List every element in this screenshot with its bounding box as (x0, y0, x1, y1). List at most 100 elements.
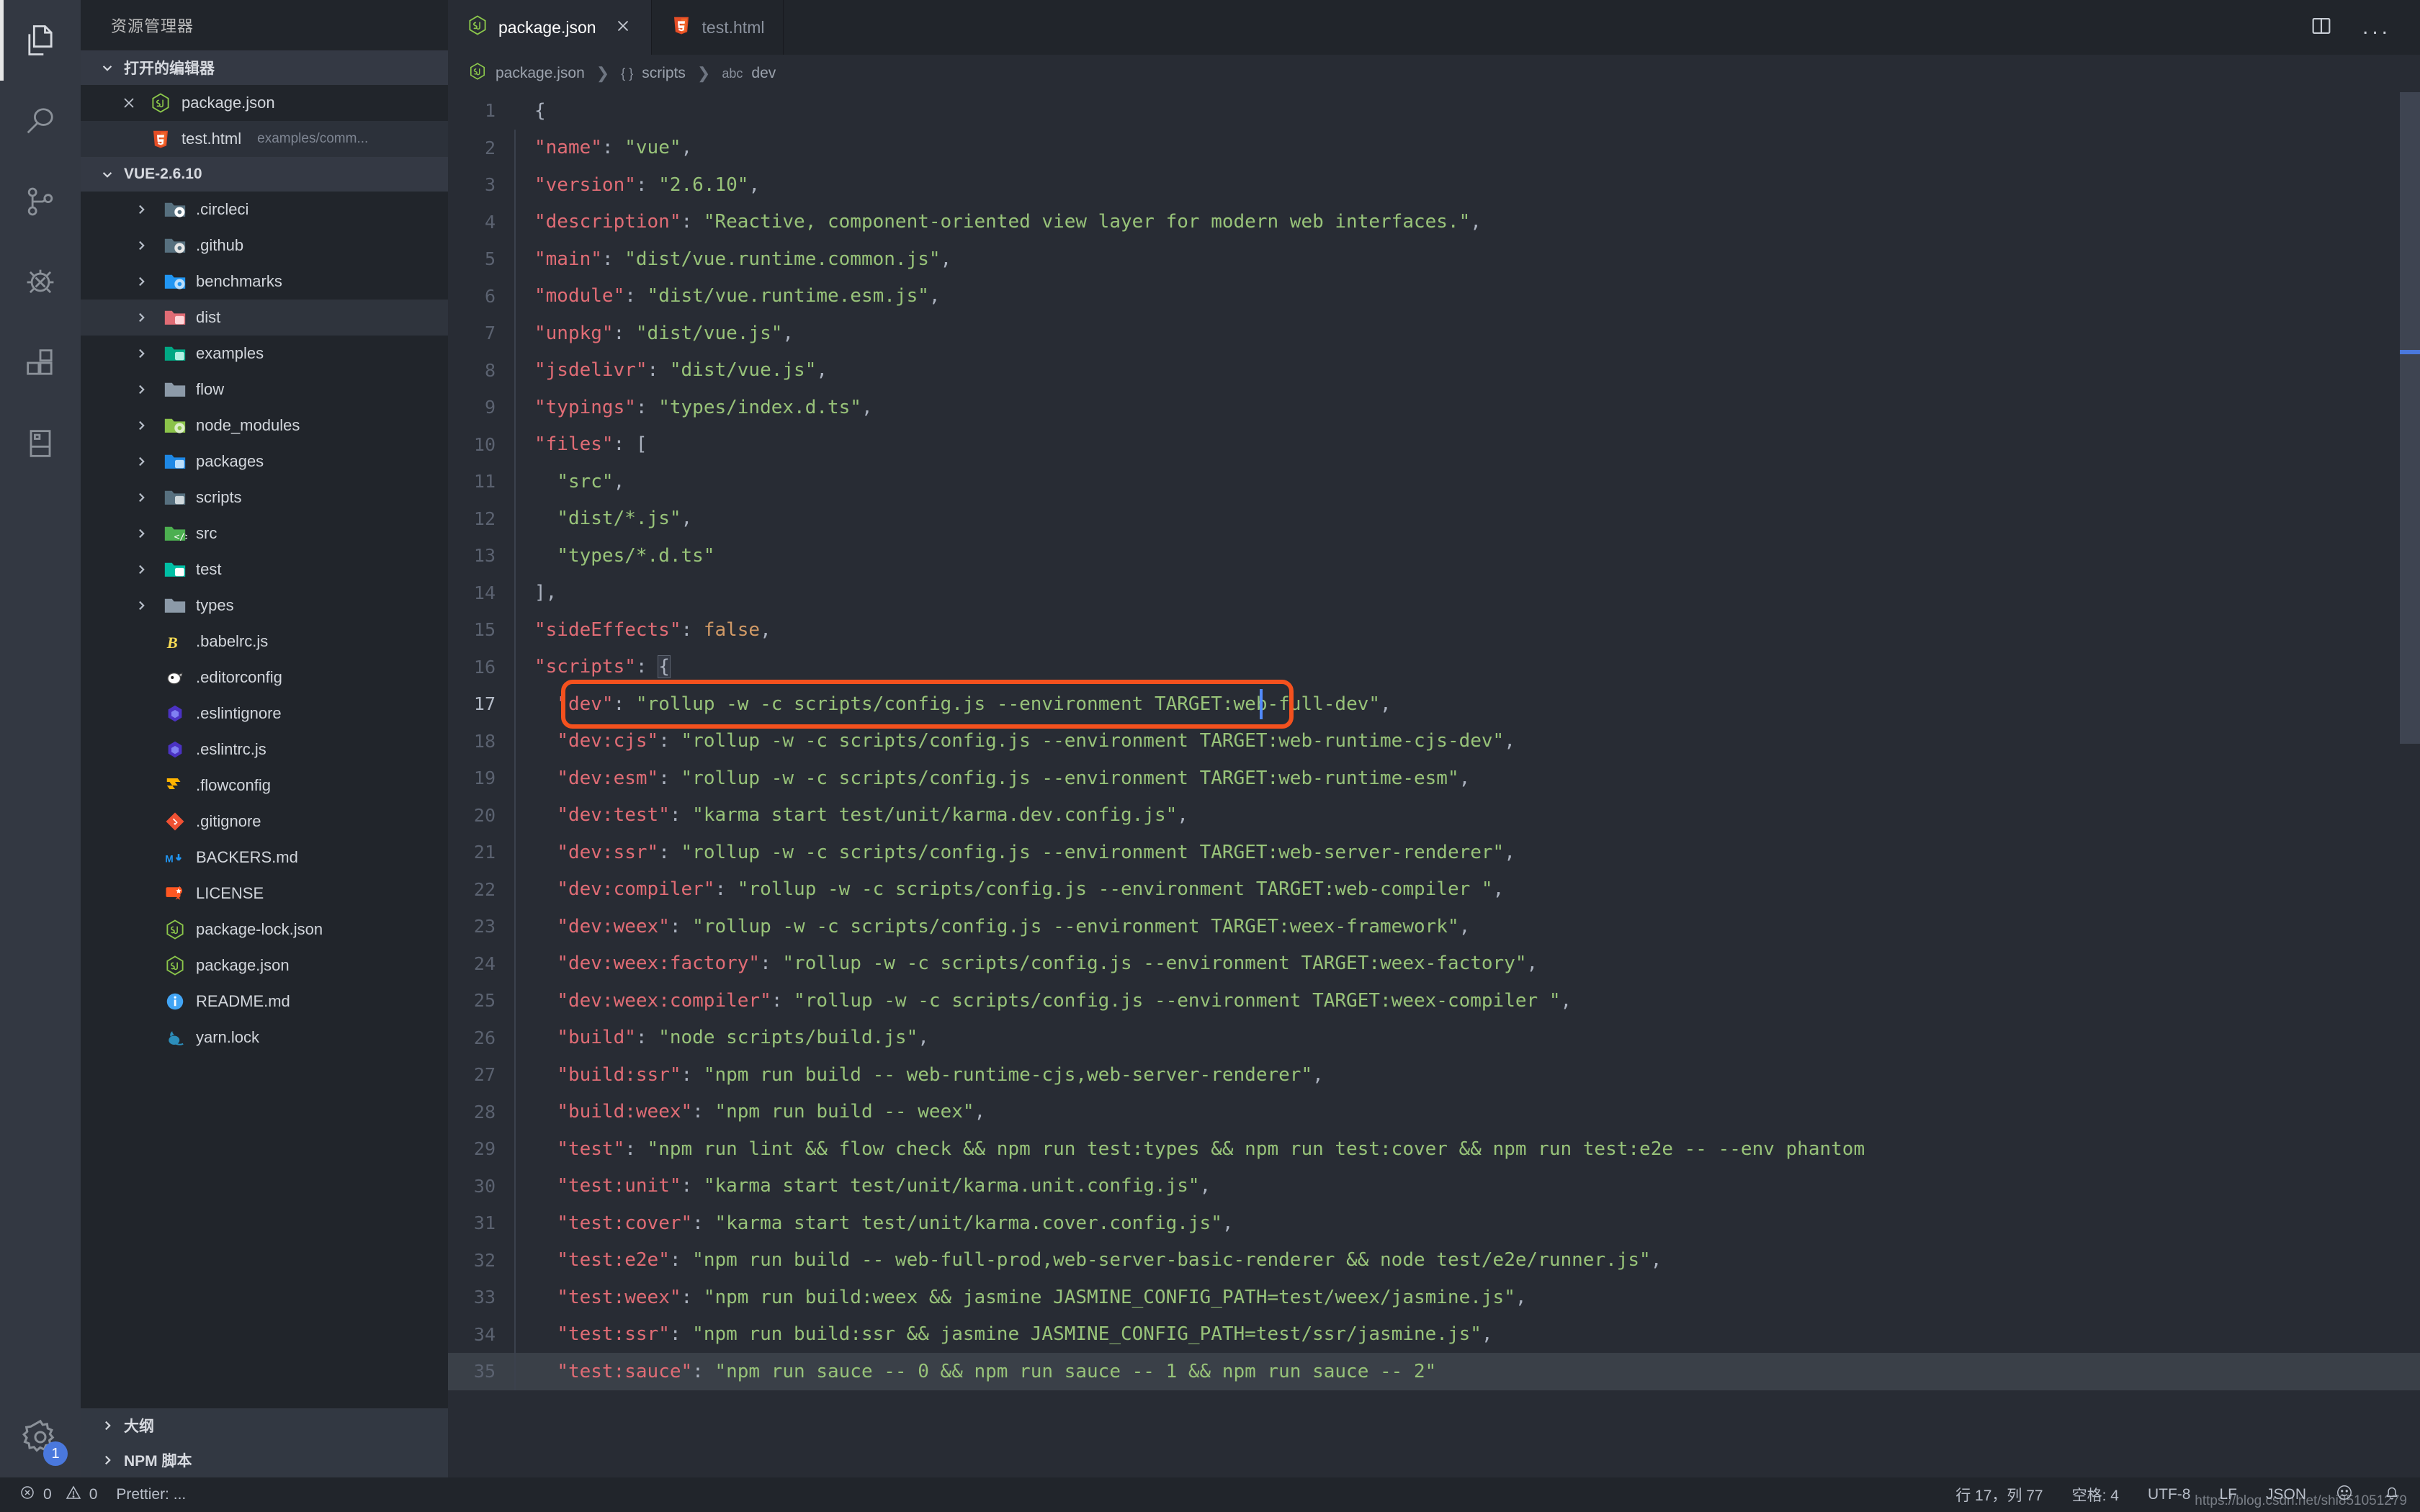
tree-item-dist[interactable]: dist (81, 300, 448, 336)
chevron-right-icon[interactable] (128, 452, 154, 471)
breadcrumb-item-file[interactable]: package.json (496, 65, 585, 82)
activity-item-source-control[interactable] (0, 161, 81, 242)
tree-item-yarn-lock[interactable]: yarn.lock (81, 1020, 448, 1056)
code-line[interactable]: 14], (448, 574, 2420, 611)
code-line[interactable]: 4 "description": "Reactive, component-ori… (448, 203, 2420, 240)
code-line[interactable]: 9 "typings": "types/index.d.ts", (448, 389, 2420, 426)
tree-item-node-modules[interactable]: node_modules (81, 408, 448, 444)
code-line[interactable]: 12 "dist/*.js", (448, 500, 2420, 537)
chevron-right-icon[interactable] (128, 560, 154, 579)
status-eol[interactable]: LF (2219, 1486, 2237, 1503)
split-editor-icon[interactable] (2309, 14, 2334, 42)
tree-item-babelrc-js[interactable]: B .babelrc.js (81, 624, 448, 660)
breadcrumb-item-dev[interactable]: dev (751, 65, 776, 82)
chevron-right-icon[interactable] (128, 596, 154, 615)
code-line[interactable]: 22 "dev:compiler": "rollup -w -c scripts… (448, 870, 2420, 908)
breadcrumb-item-scripts[interactable]: scripts (642, 65, 686, 82)
code-line[interactable]: 10 "files": [ (448, 426, 2420, 463)
status-problems[interactable]: 0 0 (19, 1484, 97, 1506)
code-line[interactable]: 27 "build:ssr": "npm run build -- web-ru… (448, 1056, 2420, 1094)
code-line[interactable]: 25 "dev:weex:compiler": "rollup -w -c sc… (448, 982, 2420, 1020)
activity-item-remote-explorer[interactable] (0, 403, 81, 484)
tab-test-html[interactable]: test.html (651, 0, 784, 55)
close-icon[interactable] (118, 94, 140, 112)
tree-item-scripts[interactable]: scripts (81, 480, 448, 516)
tree-item-editorconfig[interactable]: .editorconfig (81, 660, 448, 696)
code-line[interactable]: 17 "dev": "rollup -w -c scripts/config.j… (448, 685, 2420, 723)
code-line[interactable]: 13 "types/*.d.ts" (448, 537, 2420, 575)
chevron-right-icon[interactable] (128, 272, 154, 291)
code-line[interactable]: 8 "jsdelivr": "dist/vue.js", (448, 351, 2420, 389)
code-line[interactable]: 26 "build": "node scripts/build.js", (448, 1019, 2420, 1056)
chevron-right-icon[interactable] (128, 308, 154, 327)
section-npm-scripts[interactable]: NPM 脚本 (81, 1443, 448, 1477)
code-line[interactable]: 23 "dev:weex": "rollup -w -c scripts/con… (448, 908, 2420, 945)
editor-vertical-scrollbar[interactable] (2400, 92, 2420, 1477)
activity-item-search[interactable] (0, 81, 81, 161)
code-lines[interactable]: 1{2 "name": "vue", 3 "version": "2.6.10", 4 "… (448, 92, 2420, 1477)
status-prettier[interactable]: Prettier: ... (116, 1486, 186, 1503)
scrollbar-thumb[interactable] (2400, 92, 2420, 744)
code-line[interactable]: 2 "name": "vue", (448, 129, 2420, 166)
tree-item-gitignore[interactable]: .gitignore (81, 804, 448, 840)
code-line[interactable]: 35 "test:sauce": "npm run sauce -- 0 && … (448, 1353, 2420, 1390)
chevron-right-icon[interactable] (128, 380, 154, 399)
activity-item-explorer[interactable] (0, 0, 81, 81)
code-line[interactable]: 15 "sideEffects": false, (448, 611, 2420, 649)
bell-icon[interactable] (2383, 1483, 2401, 1506)
code-line[interactable]: 7 "unpkg": "dist/vue.js", (448, 315, 2420, 352)
chevron-right-icon[interactable] (128, 236, 154, 255)
code-line[interactable]: 21 "dev:ssr": "rollup -w -c scripts/conf… (448, 834, 2420, 871)
code-line[interactable]: 3 "version": "2.6.10", (448, 166, 2420, 204)
tree-item-flow[interactable]: flow (81, 372, 448, 408)
open-editor-item[interactable]: test.html examples/comm... (81, 121, 448, 157)
tree-item-test[interactable]: test (81, 552, 448, 588)
code-line[interactable]: 32 "test:e2e": "npm run build -- web-ful… (448, 1241, 2420, 1279)
code-line[interactable]: 20 "dev:test": "karma start test/unit/ka… (448, 796, 2420, 834)
code-line[interactable]: 34 "test:ssr": "npm run build:ssr && jas… (448, 1315, 2420, 1353)
code-line[interactable]: 18 "dev:cjs": "rollup -w -c scripts/conf… (448, 722, 2420, 760)
activity-item-run-debug[interactable] (0, 242, 81, 323)
code-line[interactable]: 30 "test:unit": "karma start test/unit/k… (448, 1167, 2420, 1205)
activity-item-settings[interactable]: 1 (0, 1397, 81, 1477)
code-line[interactable]: 29 "test": "npm run lint && flow check &… (448, 1130, 2420, 1168)
editor-viewport[interactable]: 1{2 "name": "vue", 3 "version": "2.6.10", 4 "… (448, 92, 2420, 1477)
activity-item-extensions[interactable] (0, 323, 81, 403)
code-line[interactable]: 16 "scripts": { (448, 648, 2420, 685)
tree-item-package-lock-json[interactable]: package-lock.json (81, 912, 448, 948)
code-line[interactable]: 24 "dev:weex:factory": "rollup -w -c scr… (448, 945, 2420, 982)
tree-item-license[interactable]: LICENSE (81, 876, 448, 912)
status-encoding[interactable]: UTF-8 (2148, 1486, 2191, 1503)
section-open-editors[interactable]: 打开的编辑器 (81, 50, 448, 85)
tree-item-github[interactable]: .github (81, 228, 448, 264)
tree-item-flowconfig[interactable]: .flowconfig (81, 768, 448, 804)
section-outline[interactable]: 大纲 (81, 1408, 448, 1443)
status-language-mode[interactable]: JSON (2266, 1486, 2306, 1503)
tree-item-backers-md[interactable]: M BACKERS.md (81, 840, 448, 876)
tree-item-readme-md[interactable]: README.md (81, 984, 448, 1020)
chevron-right-icon[interactable] (128, 344, 154, 363)
tree-item-package-json[interactable]: package.json (81, 948, 448, 984)
chevron-right-icon[interactable] (128, 488, 154, 507)
tree-item-eslintrc-js[interactable]: .eslintrc.js (81, 732, 448, 768)
section-workspace[interactable]: VUE-2.6.10 (81, 157, 448, 192)
code-line[interactable]: 19 "dev:esm": "rollup -w -c scripts/conf… (448, 760, 2420, 797)
code-line[interactable]: 31 "test:cover": "karma start test/unit/… (448, 1205, 2420, 1242)
code-line[interactable]: 11 "src", (448, 463, 2420, 500)
smiley-icon[interactable] (2335, 1483, 2354, 1506)
tree-item-benchmarks[interactable]: benchmarks (81, 264, 448, 300)
status-cursor-position[interactable]: 行 17，列 77 (1955, 1484, 2043, 1506)
tree-item-packages[interactable]: packages (81, 444, 448, 480)
code-line[interactable]: 33 "test:weex": "npm run build:weex && j… (448, 1279, 2420, 1316)
tree-item-examples[interactable]: examples (81, 336, 448, 372)
more-actions-icon[interactable]: ... (2362, 17, 2391, 38)
chevron-right-icon[interactable] (128, 524, 154, 543)
code-line[interactable]: 28 "build:weex": "npm run build -- weex"… (448, 1093, 2420, 1130)
open-editor-item[interactable]: package.json (81, 85, 448, 121)
tree-item-types[interactable]: types (81, 588, 448, 624)
tree-item-eslintignore[interactable]: .eslintignore (81, 696, 448, 732)
status-indentation[interactable]: 空格: 4 (2072, 1484, 2119, 1506)
code-line[interactable]: 5 "main": "dist/vue.runtime.common.js", (448, 240, 2420, 278)
chevron-right-icon[interactable] (128, 200, 154, 219)
tab-package-json[interactable]: package.json (448, 0, 652, 55)
